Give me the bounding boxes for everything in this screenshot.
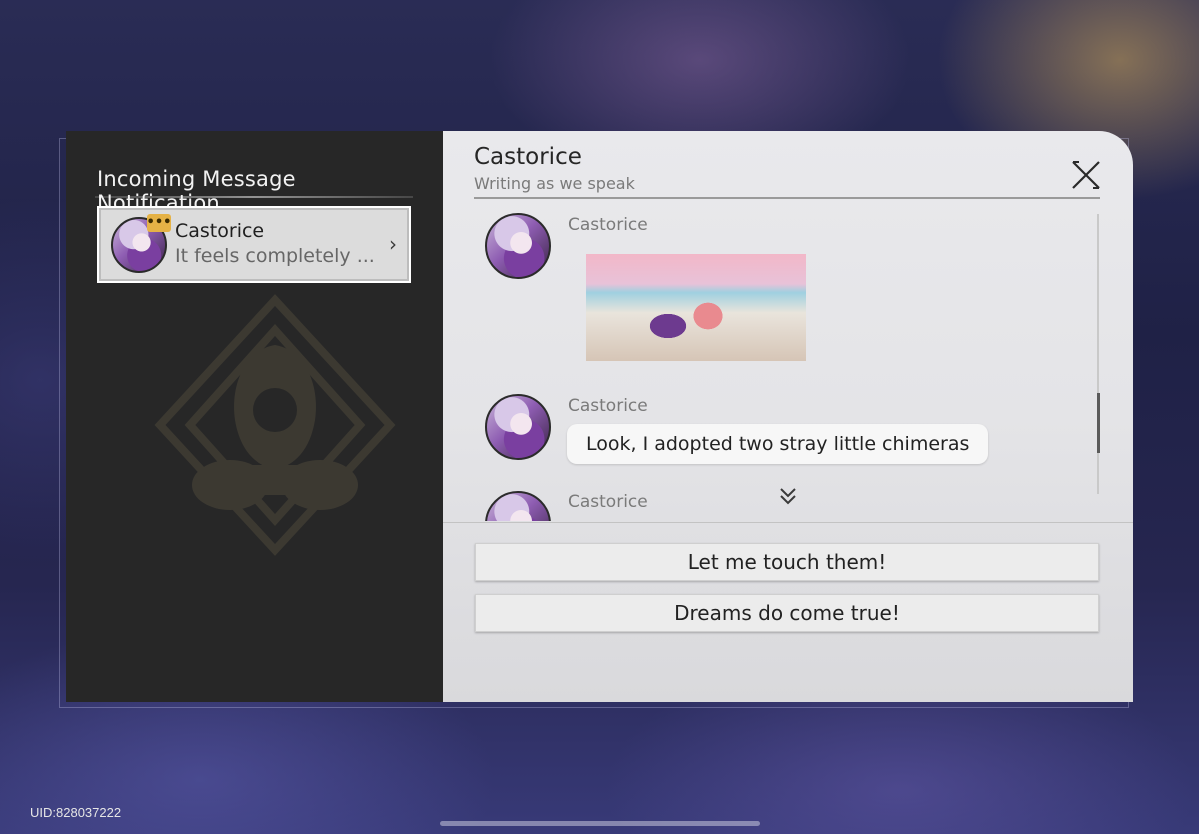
contact-message-preview: It feels completely ... bbox=[175, 245, 375, 267]
double-chevron-down-icon[interactable] bbox=[778, 483, 798, 509]
contact-name: Castorice bbox=[175, 220, 265, 242]
message-avatar bbox=[485, 491, 551, 521]
emblem-watermark-icon bbox=[154, 294, 396, 556]
chat-contact-name: Castorice bbox=[474, 144, 582, 170]
title-divider bbox=[95, 196, 413, 198]
message-avatar bbox=[485, 394, 551, 460]
typing-indicator-icon: ••• bbox=[146, 214, 172, 232]
message-image[interactable] bbox=[586, 254, 806, 361]
home-indicator[interactable] bbox=[440, 821, 760, 826]
chevron-right-icon: › bbox=[389, 232, 397, 256]
contact-item-castorice[interactable]: ••• Castorice It feels completely ... › bbox=[97, 206, 411, 283]
chat-header-divider bbox=[474, 197, 1100, 199]
options-divider bbox=[443, 522, 1133, 523]
message-sender: Castorice bbox=[568, 215, 648, 235]
message-sender: Castorice bbox=[568, 492, 648, 512]
player-uid: UID:828037222 bbox=[30, 805, 122, 820]
reply-option-button[interactable]: Let me touch them! bbox=[475, 543, 1099, 581]
message-avatar bbox=[485, 213, 551, 279]
scrollbar-thumb[interactable] bbox=[1097, 393, 1100, 453]
message-sender: Castorice bbox=[568, 396, 648, 416]
message-list[interactable]: Castorice Castorice Look, I adopted two … bbox=[443, 206, 1133, 521]
message-bubble: Look, I adopted two stray little chimera… bbox=[567, 424, 989, 464]
reply-option-button[interactable]: Dreams do come true! bbox=[475, 594, 1099, 632]
close-icon[interactable] bbox=[1065, 154, 1107, 196]
chat-status-text: Writing as we speak bbox=[474, 174, 635, 193]
chat-panel: Castorice Writing as we speak Castorice … bbox=[443, 131, 1133, 702]
